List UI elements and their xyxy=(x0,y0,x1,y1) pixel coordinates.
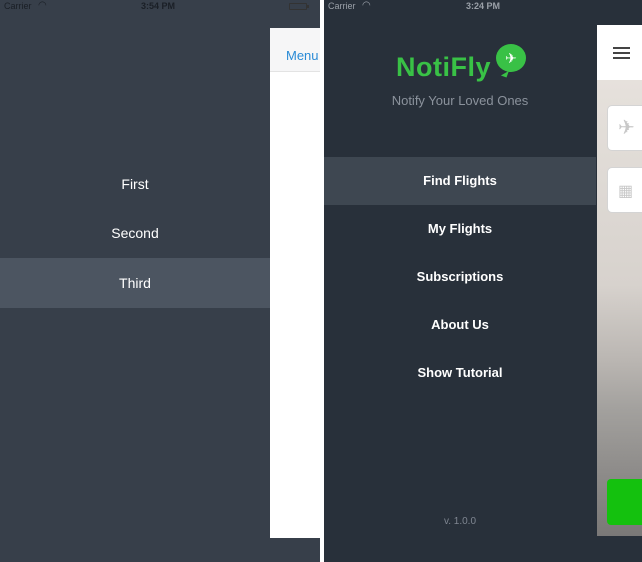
menu-item-label: Subscriptions xyxy=(416,269,504,284)
airplane-icon: ✈ xyxy=(618,117,635,139)
wifi-icon: ◠ xyxy=(362,0,371,11)
calendar-icon: ▦ xyxy=(618,183,634,200)
logo-text: NotiFly xyxy=(396,52,491,82)
app-version: v. 1.0.0 xyxy=(443,516,477,527)
content-panel: ✈ ▦ xyxy=(597,25,642,536)
menu-item-label: About Us xyxy=(431,317,489,332)
navigation-bar: Menu xyxy=(270,28,320,72)
status-time: 3:54 PM xyxy=(141,1,176,11)
menu-item-label: Find Flights xyxy=(423,173,497,188)
menu-item-my-flights[interactable]: My Flights xyxy=(324,205,596,253)
status-bar: Carrier ◠ 3:24 PM xyxy=(324,0,642,14)
menu-item-first[interactable]: First xyxy=(0,159,270,209)
airplane-icon: ✈ xyxy=(496,44,526,72)
menu-item-label: First xyxy=(121,176,149,192)
menu-button[interactable]: Menu xyxy=(286,48,319,63)
app-logo: NotiFly ✈ xyxy=(396,44,536,88)
menu-item-label: Second xyxy=(111,225,159,241)
status-bar: Carrier ◠ 3:54 PM xyxy=(0,0,320,14)
navigation-bar xyxy=(597,25,642,80)
menu-item-third[interactable]: Third xyxy=(0,258,270,308)
menu-item-label: Third xyxy=(119,275,151,291)
carrier-label: Carrier xyxy=(4,1,32,11)
menu-item-find-flights[interactable]: Find Flights xyxy=(324,157,596,205)
tagline: Notify Your Loved Ones xyxy=(391,93,529,108)
menu-item-about-us[interactable]: About Us xyxy=(324,301,596,349)
carrier-label: Carrier xyxy=(328,1,356,11)
menu-item-label: My Flights xyxy=(427,221,493,236)
content-panel: Menu xyxy=(270,28,320,538)
flight-number-field[interactable]: ✈ xyxy=(607,105,642,151)
date-field[interactable]: ▦ xyxy=(607,167,642,213)
menu-item-show-tutorial[interactable]: Show Tutorial xyxy=(324,349,596,397)
menu-item-subscriptions[interactable]: Subscriptions xyxy=(324,253,596,301)
right-phone-screen: Carrier ◠ 3:24 PM NotiFly ✈ Notify Your … xyxy=(324,0,642,562)
status-time: 3:24 PM xyxy=(466,1,501,11)
search-button[interactable] xyxy=(607,479,642,525)
wifi-icon: ◠ xyxy=(38,0,47,11)
menu-item-second[interactable]: Second xyxy=(0,208,270,258)
left-phone-screen: Carrier ◠ 3:54 PM First Second Third Men… xyxy=(0,0,320,562)
hamburger-menu-icon[interactable] xyxy=(613,47,630,59)
battery-icon xyxy=(289,3,309,10)
menu-item-label: Show Tutorial xyxy=(417,365,503,380)
